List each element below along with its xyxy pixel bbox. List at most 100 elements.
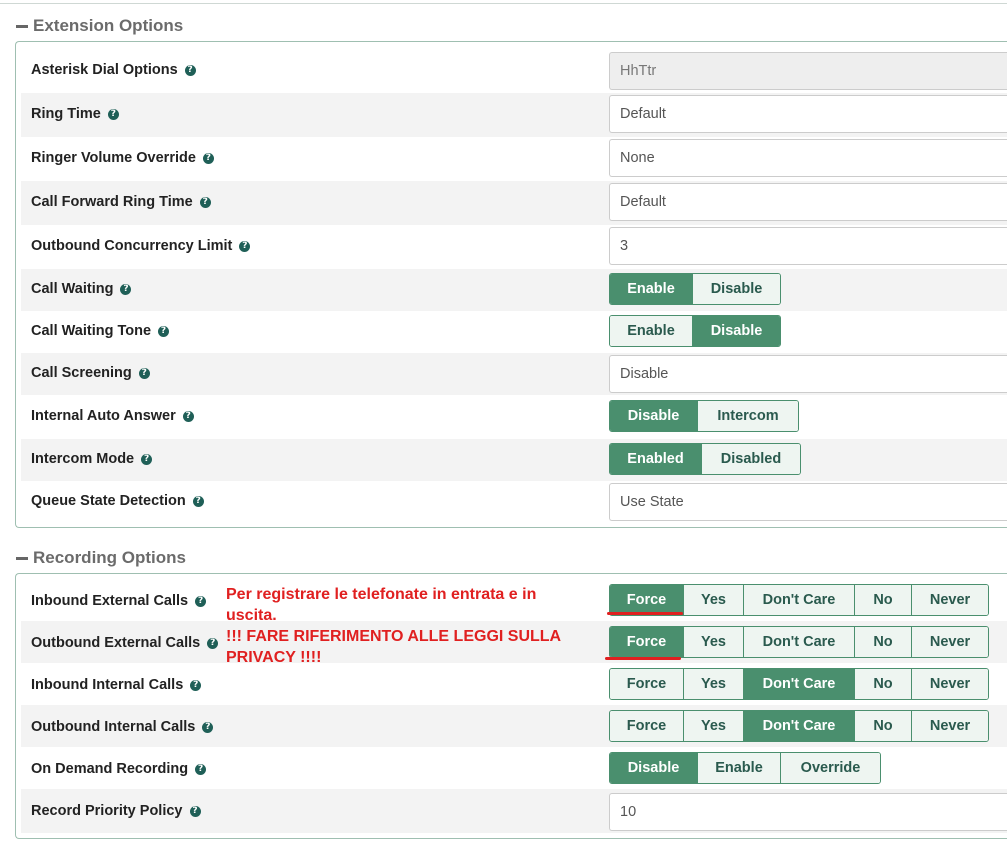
minus-icon[interactable]	[16, 556, 28, 560]
auto-answer-toggle: Disable Intercom	[609, 400, 799, 432]
dial-options-input[interactable]: HhTtr	[609, 52, 1007, 90]
help-icon[interactable]: ?	[158, 325, 170, 337]
intercom-mode-label: Intercom Mode	[31, 451, 135, 467]
help-icon[interactable]: ?	[239, 240, 251, 252]
outbound-external-never-button[interactable]: Never	[912, 627, 988, 657]
call-screening-select[interactable]: Disable	[609, 355, 1007, 393]
help-icon[interactable]: ?	[207, 637, 219, 649]
outbound-internal-dontcare-button[interactable]: Don't Care	[744, 711, 855, 741]
priority-label: Record Priority Policy	[31, 803, 183, 819]
row-intercom-mode: Intercom Mode? Enabled Disabled	[21, 439, 1007, 481]
recording-options-title: Recording Options	[33, 548, 186, 567]
dial-options-label: Asterisk Dial Options	[31, 62, 178, 78]
priority-input[interactable]: 10	[609, 793, 1007, 831]
auto-answer-label: Internal Auto Answer	[31, 408, 176, 424]
extension-options-header[interactable]: Extension Options	[16, 16, 183, 36]
help-icon[interactable]: ?	[141, 453, 153, 465]
call-waiting-tone-label: Call Waiting Tone	[31, 323, 152, 339]
auto-answer-disable-button[interactable]: Disable	[610, 401, 698, 431]
outbound-external-label: Outbound External Calls	[31, 635, 201, 651]
call-waiting-tone-enable-button[interactable]: Enable	[610, 316, 693, 346]
intercom-mode-toggle: Enabled Disabled	[609, 443, 801, 475]
queue-state-select[interactable]: Use State	[609, 483, 1007, 521]
ringer-volume-select[interactable]: None	[609, 139, 1007, 177]
row-outbound-limit: Outbound Concurrency Limit? 3	[21, 225, 1007, 269]
queue-state-label: Queue State Detection	[31, 493, 186, 509]
ring-time-select[interactable]: Default	[609, 95, 1007, 133]
intercom-mode-enabled-button[interactable]: Enabled	[610, 444, 702, 474]
inbound-internal-force-button[interactable]: Force	[610, 669, 684, 699]
inbound-internal-yes-button[interactable]: Yes	[684, 669, 744, 699]
inbound-internal-toggle: Force Yes Don't Care No Never	[609, 668, 989, 700]
extension-options-title: Extension Options	[33, 16, 184, 35]
help-icon[interactable]: ?	[138, 367, 150, 379]
annotation-line-3: !!! FARE RIFERIMENTO ALLE LEGGI SULLA	[226, 628, 562, 645]
ringer-volume-label: Ringer Volume Override	[31, 150, 196, 166]
outbound-external-no-button[interactable]: No	[855, 627, 912, 657]
inbound-internal-no-button[interactable]: No	[855, 669, 912, 699]
annotation-line-4: PRIVACY !!!!	[226, 649, 322, 666]
help-icon[interactable]: ?	[192, 495, 204, 507]
outbound-internal-toggle: Force Yes Don't Care No Never	[609, 710, 989, 742]
call-waiting-label: Call Waiting	[31, 281, 114, 297]
row-call-waiting: Call Waiting? Enable Disable	[21, 269, 1007, 311]
row-call-waiting-tone: Call Waiting Tone? Enable Disable	[21, 311, 1007, 353]
help-icon[interactable]: ?	[195, 763, 207, 775]
outbound-internal-force-button[interactable]: Force	[610, 711, 684, 741]
row-priority: Record Priority Policy? 10	[21, 789, 1007, 833]
intercom-mode-disabled-button[interactable]: Disabled	[702, 444, 800, 474]
annotation-line-1: Per registrare le telefonate in entrata …	[226, 586, 537, 603]
ring-time-label: Ring Time	[31, 106, 101, 122]
inbound-external-never-button[interactable]: Never	[912, 585, 988, 615]
call-waiting-disable-button[interactable]: Disable	[693, 274, 780, 304]
outbound-internal-no-button[interactable]: No	[855, 711, 912, 741]
call-waiting-enable-button[interactable]: Enable	[610, 274, 693, 304]
help-icon[interactable]: ?	[190, 679, 202, 691]
annotation-note: Per registrare le telefonate in entrata …	[226, 584, 561, 668]
inbound-internal-dontcare-button[interactable]: Don't Care	[744, 669, 855, 699]
row-on-demand: On Demand Recording? Disable Enable Over…	[21, 747, 1007, 789]
inbound-internal-never-button[interactable]: Never	[912, 669, 988, 699]
row-ring-time: Ring Time? Default	[21, 93, 1007, 137]
inbound-external-dontcare-button[interactable]: Don't Care	[744, 585, 855, 615]
help-icon[interactable]: ?	[199, 196, 211, 208]
help-icon[interactable]: ?	[189, 805, 201, 817]
on-demand-override-button[interactable]: Override	[781, 753, 880, 783]
outbound-external-yes-button[interactable]: Yes	[684, 627, 744, 657]
help-icon[interactable]: ?	[107, 108, 119, 120]
extension-options-panel: Asterisk Dial Options? HhTtr Ring Time? …	[15, 41, 1007, 528]
minus-icon[interactable]	[16, 24, 28, 28]
inbound-external-yes-button[interactable]: Yes	[684, 585, 744, 615]
inbound-external-no-button[interactable]: No	[855, 585, 912, 615]
help-icon[interactable]: ?	[120, 283, 132, 295]
row-inbound-internal: Inbound Internal Calls? Force Yes Don't …	[21, 663, 1007, 705]
help-icon[interactable]: ?	[202, 152, 214, 164]
annotation-line-2: uscita.	[226, 607, 277, 624]
call-waiting-tone-disable-button[interactable]: Disable	[693, 316, 780, 346]
help-icon[interactable]: ?	[184, 64, 196, 76]
on-demand-disable-button[interactable]: Disable	[610, 753, 698, 783]
outbound-external-dontcare-button[interactable]: Don't Care	[744, 627, 855, 657]
outbound-internal-yes-button[interactable]: Yes	[684, 711, 744, 741]
inbound-internal-label: Inbound Internal Calls	[31, 677, 184, 693]
call-waiting-tone-toggle: Enable Disable	[609, 315, 781, 347]
recording-options-header[interactable]: Recording Options	[16, 548, 186, 568]
inbound-external-label: Inbound External Calls	[31, 593, 189, 609]
row-dial-options: Asterisk Dial Options? HhTtr	[21, 49, 1007, 93]
outbound-external-force-button[interactable]: Force	[610, 627, 684, 657]
help-icon[interactable]: ?	[182, 410, 194, 422]
call-waiting-toggle: Enable Disable	[609, 273, 781, 305]
outbound-external-toggle: Force Yes Don't Care No Never	[609, 626, 989, 658]
annotation-underline-1	[607, 612, 683, 615]
help-icon[interactable]: ?	[202, 721, 214, 733]
top-divider	[0, 3, 1007, 4]
outbound-limit-label: Outbound Concurrency Limit	[31, 238, 233, 254]
help-icon[interactable]: ?	[195, 595, 207, 607]
on-demand-enable-button[interactable]: Enable	[698, 753, 781, 783]
outbound-internal-never-button[interactable]: Never	[912, 711, 988, 741]
on-demand-label: On Demand Recording	[31, 761, 189, 777]
outbound-limit-input[interactable]: 3	[609, 227, 1007, 265]
cf-ring-time-select[interactable]: Default	[609, 183, 1007, 221]
auto-answer-intercom-button[interactable]: Intercom	[698, 401, 798, 431]
inbound-external-force-button[interactable]: Force	[610, 585, 684, 615]
